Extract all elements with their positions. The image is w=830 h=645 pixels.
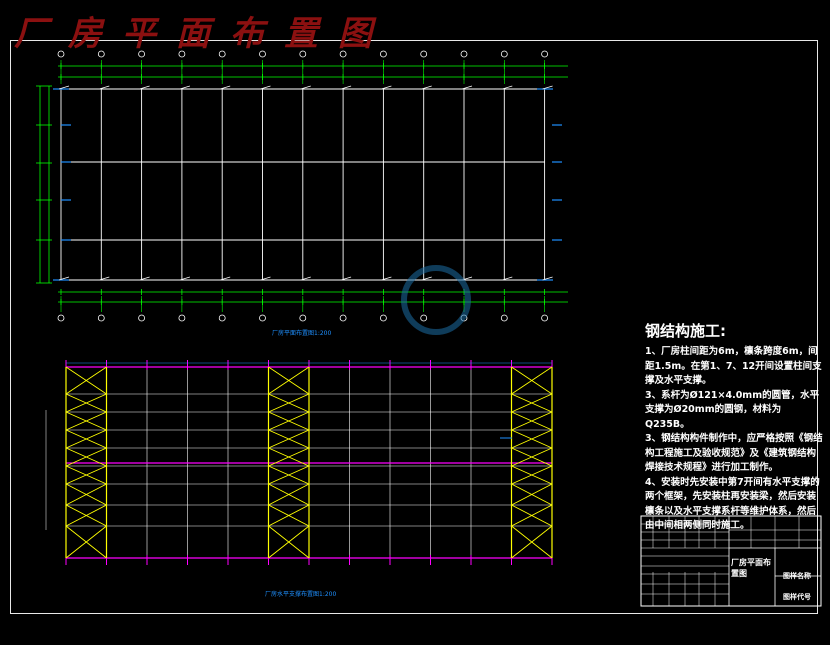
grid-bubble (259, 50, 266, 58)
grid-bubble (97, 314, 105, 322)
watermark-logo (401, 265, 471, 335)
grid-bubble (379, 50, 387, 58)
grid-bubble (299, 314, 307, 322)
watermark-ring (401, 265, 471, 335)
grid-bubble (299, 50, 307, 58)
bracing-view (45, 360, 553, 565)
note-item: 1、厂房柱间距为6m，檩条跨度6m，间距1.5m。在第1、7、12开间设置柱间支… (645, 346, 822, 386)
grid-bubble (420, 50, 428, 58)
bracing-view-caption: 厂房水平支撑布置图1:200 (265, 591, 337, 598)
grid-bubble (97, 50, 105, 58)
notes-heading: 钢结构施工: (645, 322, 726, 340)
plan-view-caption: 厂房平面布置图1:200 (272, 330, 332, 337)
note-item: 3、钢结构构件制作中，应严格按照《钢结构工程施工及验收规范》及《建筑钢结构焊接技… (645, 433, 823, 473)
grid-bubble (500, 314, 508, 322)
note-item: 3、系杆为Ø121×4.0mm的圆管，水平支撑为Ø20mm的圆钢，材料为Q235… (645, 389, 820, 430)
construction-notes: 钢结构施工: 1、厂房柱间距为6m，檩条跨度6m，间距1.5m。在第1、7、12… (645, 320, 825, 534)
plan-view (36, 50, 568, 322)
grid-bubble (218, 50, 226, 58)
grid-bubble (259, 314, 266, 322)
grid-bubble (339, 50, 347, 58)
grid-bubble (339, 314, 347, 322)
grid-bubble (178, 50, 186, 58)
title-block-name-label: 图样名称 (783, 572, 811, 580)
grid-bubble (57, 50, 65, 58)
grid-bubble (500, 50, 508, 58)
grid-bubble (541, 314, 548, 322)
grid-bubble (460, 50, 468, 58)
grid-bubble (138, 314, 146, 322)
grid-bubble (57, 314, 65, 322)
drawing-canvas: 厂房平面布置图 厂房平面布置图1:200 厂房水平支撑布置图1:200 钢结构施… (0, 0, 830, 645)
grid-bubble (178, 314, 186, 322)
grid-bubble (379, 314, 387, 322)
title-block-code-label: 图样代号 (783, 593, 811, 601)
grid-bubble (541, 50, 548, 58)
title-block: 厂房平面布置图 图样名称 图样代号 (641, 516, 821, 606)
grid-bubble (218, 314, 226, 322)
grid-bubble (138, 50, 146, 58)
grid-bubble (420, 314, 428, 322)
title-block-drawing-name: 厂房平面布置图 (731, 558, 771, 578)
